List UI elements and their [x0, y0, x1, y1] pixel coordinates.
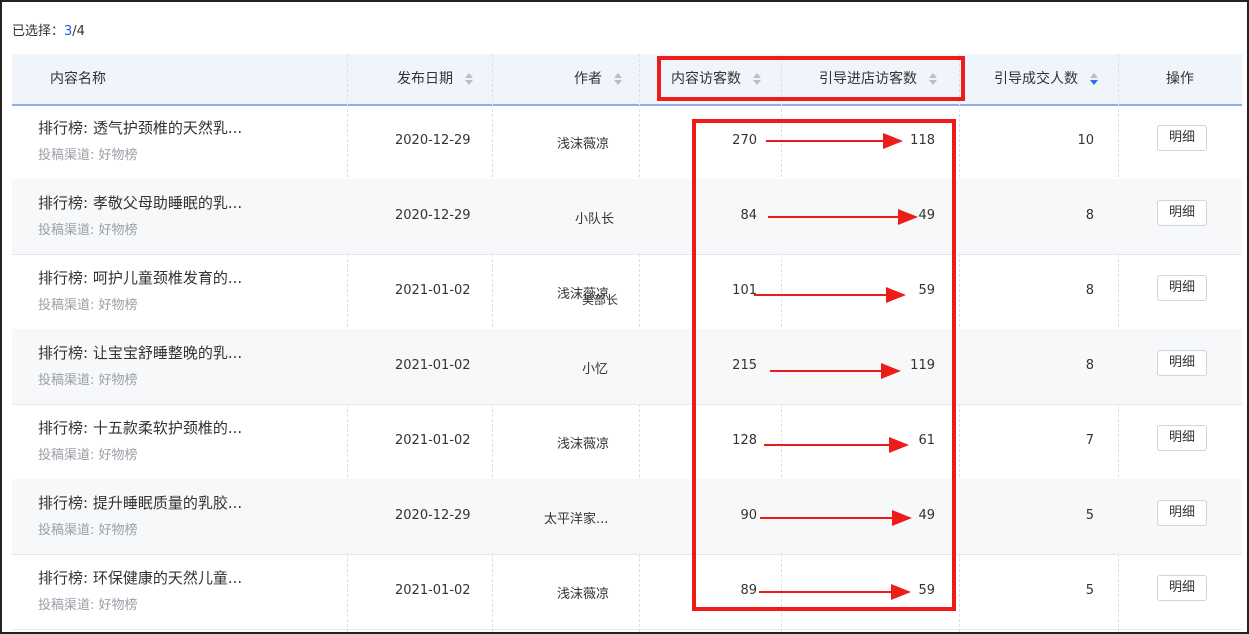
publish-date: 2020-12-29: [395, 133, 471, 148]
table-panel: 已选择：3/4 内容名称 发布日期 作者 内容访客数 引导进店访客数 引导成交人…: [0, 0, 1249, 634]
table-row: 排行榜: 呵护儿童颈椎发育的... 投稿渠道: 好物榜 2021-01-02 浅…: [12, 254, 1242, 330]
guided-deals-value: 8: [1085, 208, 1094, 223]
red-arrow-annotation: [768, 209, 918, 225]
details-button[interactable]: 明细: [1157, 350, 1207, 376]
publish-date: 2021-01-02: [395, 283, 471, 298]
sort-caret-icon[interactable]: [1090, 73, 1099, 85]
guided-deals-value: 5: [1085, 583, 1094, 598]
publish-date: 2021-01-02: [395, 583, 471, 598]
table-row: 排行榜: 透气护颈椎的天然乳... 投稿渠道: 好物榜 2020-12-29 浅…: [12, 104, 1242, 180]
selection-counter: 已选择：3/4: [12, 20, 85, 39]
content-title[interactable]: 排行榜: 让宝宝舒睡整晚的乳...: [38, 342, 242, 363]
publish-date: 2021-01-02: [395, 358, 471, 373]
column-label: 引导成交人数: [994, 71, 1078, 87]
column-label: 内容名称: [50, 71, 106, 87]
details-button[interactable]: 明细: [1157, 500, 1207, 526]
column-header-actions: 操作: [1166, 54, 1194, 104]
author-name: 浅沫薇凉: [557, 137, 610, 152]
highlight-box-values: [692, 119, 956, 611]
content-channel: 投稿渠道: 好物榜: [38, 148, 138, 163]
guided-deals-value: 8: [1085, 358, 1094, 373]
details-button[interactable]: 明细: [1157, 125, 1207, 151]
publish-date: 2020-12-29: [395, 508, 471, 523]
sort-caret-icon[interactable]: [465, 73, 474, 85]
content-title[interactable]: 排行榜: 环保健康的天然儿童...: [38, 567, 242, 588]
column-header-content-name: 内容名称: [50, 54, 106, 104]
author-name: 浅沫薇凉: [557, 437, 610, 452]
content-title[interactable]: 排行榜: 透气护颈椎的天然乳...: [38, 117, 242, 138]
sort-caret-icon[interactable]: [614, 73, 623, 85]
guided-deals-value: 5: [1085, 508, 1094, 523]
red-arrow-annotation: [759, 584, 911, 600]
selection-total: /4: [72, 24, 85, 39]
column-header-guided-deals[interactable]: 引导成交人数: [994, 54, 1099, 104]
details-button[interactable]: 明细: [1157, 425, 1207, 451]
author-name: 太平洋家...: [544, 512, 609, 527]
content-channel: 投稿渠道: 好物榜: [38, 223, 138, 238]
table-row: 排行榜: 孝敬父母助睡眠的乳... 投稿渠道: 好物榜 2020-12-29 小…: [12, 179, 1242, 255]
highlight-box-headers: [657, 56, 965, 101]
column-header-publish-date[interactable]: 发布日期: [397, 54, 474, 104]
content-channel: 投稿渠道: 好物榜: [38, 523, 138, 538]
content-title[interactable]: 排行榜: 十五款柔软护颈椎的...: [38, 417, 242, 438]
selection-label: 已选择：: [12, 24, 65, 39]
red-arrow-annotation: [770, 363, 901, 379]
table-header: 内容名称 发布日期 作者 内容访客数 引导进店访客数 引导成交人数 操作: [12, 54, 1242, 106]
table-row: 排行榜: 十五款柔软护颈椎的... 投稿渠道: 好物榜 2021-01-02 浅…: [12, 404, 1242, 480]
red-arrow-annotation: [760, 510, 912, 526]
column-label: 作者: [574, 71, 602, 87]
content-title[interactable]: 排行榜: 孝敬父母助睡眠的乳...: [38, 192, 242, 213]
guided-deals-value: 7: [1085, 433, 1094, 448]
publish-date: 2021-01-02: [395, 433, 471, 448]
guided-deals-value: 10: [1077, 133, 1094, 148]
content-channel: 投稿渠道: 好物榜: [38, 298, 138, 313]
guided-deals-value: 8: [1085, 283, 1094, 298]
details-button[interactable]: 明细: [1157, 200, 1207, 226]
content-title[interactable]: 排行榜: 呵护儿童颈椎发育的...: [38, 267, 242, 288]
content-channel: 投稿渠道: 好物榜: [38, 598, 138, 613]
red-arrow-annotation: [754, 287, 906, 303]
publish-date: 2020-12-29: [395, 208, 471, 223]
content-title[interactable]: 排行榜: 提升睡眠质量的乳胶...: [38, 492, 242, 513]
table-row: 排行榜: 让宝宝舒睡整晚的乳... 投稿渠道: 好物榜 2021-01-02 小…: [12, 329, 1242, 405]
author-name: 浅沫薇凉: [557, 287, 610, 302]
red-arrow-annotation: [764, 437, 909, 453]
author-name-overlap: 美部长: [582, 293, 619, 307]
table-row: 排行榜: 环保健康的天然儿童... 投稿渠道: 好物榜 2021-01-02 浅…: [12, 554, 1242, 630]
details-button[interactable]: 明细: [1157, 575, 1207, 601]
content-channel: 投稿渠道: 好物榜: [38, 373, 138, 388]
column-header-author[interactable]: 作者: [574, 54, 623, 104]
table-row: 排行榜: 提升睡眠质量的乳胶... 投稿渠道: 好物榜 2020-12-29 太…: [12, 479, 1242, 555]
column-label: 发布日期: [397, 71, 453, 87]
details-button[interactable]: 明细: [1157, 275, 1207, 301]
red-arrow-annotation: [766, 133, 903, 149]
content-channel: 投稿渠道: 好物榜: [38, 448, 138, 463]
column-label: 操作: [1166, 71, 1194, 87]
author-name: 浅沫薇凉: [557, 587, 610, 602]
